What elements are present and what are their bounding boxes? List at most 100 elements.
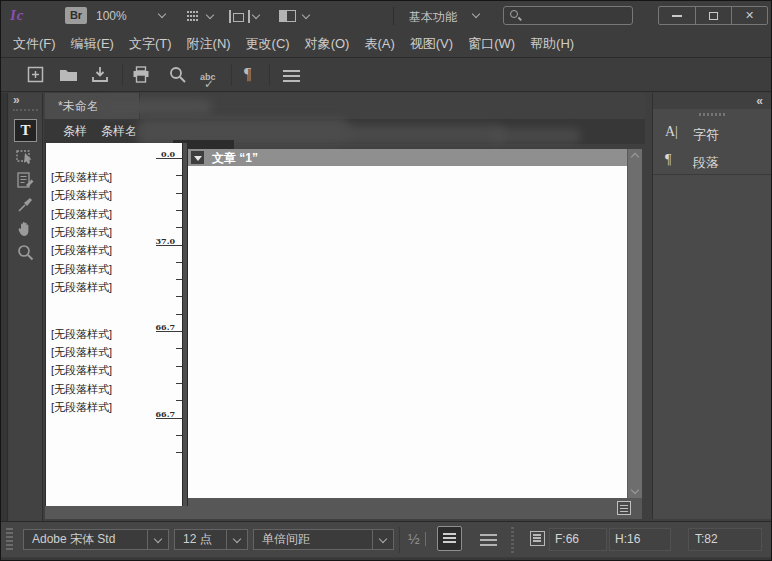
incopy-logo: Ic: [10, 7, 25, 24]
paragraph-style-row[interactable]: [无段落样式]: [51, 225, 112, 240]
font-size-chevron: [226, 530, 247, 549]
status-bar: Adobe 宋体 Std 12 点 单倍间距 ½ F:66 H:16 T:82: [1, 521, 771, 557]
ruler-mark-underline: [156, 418, 183, 419]
arrange-documents-chevron-icon[interactable]: [302, 11, 310, 19]
save-icon[interactable]: [91, 66, 109, 83]
window-controls: ✕: [658, 6, 768, 25]
paragraph-style-row[interactable]: [无段落样式]: [51, 363, 112, 378]
note-tool[interactable]: [14, 169, 37, 192]
menu-item-4[interactable]: 附注(N): [187, 35, 231, 53]
paragraph-panel-icon: ¶: [665, 152, 671, 168]
bridge-button[interactable]: Br: [65, 7, 87, 24]
close-button[interactable]: ✕: [731, 7, 767, 24]
paragraph-style-row[interactable]: [无段落样式]: [51, 280, 112, 295]
paragraph-style-row[interactable]: [无段落样式]: [51, 382, 112, 397]
workspace: » T *未命名 条样 条样名: [1, 93, 771, 521]
tools-panel: » T: [9, 93, 43, 521]
hand-tool[interactable]: [14, 217, 37, 240]
menu-bar: 文件(F) 编辑(E) 文字(T) 附注(N) 更改(C) 对象(O) 表(A) 视图(V) 窗…: [1, 31, 771, 58]
print-icon[interactable]: [132, 66, 150, 83]
expand-tools-icon[interactable]: »: [13, 93, 20, 107]
paragraph-panel-tab[interactable]: ¶ 段落: [653, 148, 771, 176]
galley-view-toggle-icon[interactable]: [437, 526, 462, 551]
paragraph-style-row[interactable]: [无段落样式]: [51, 170, 112, 185]
collapse-panel-icon[interactable]: «: [756, 94, 763, 108]
menu-item-9[interactable]: 窗口(W): [468, 35, 515, 53]
left-dock-edge: [1, 93, 8, 521]
story-title: 文章 “1”: [212, 150, 258, 167]
view-options-icon[interactable]: [187, 11, 189, 13]
menu-item-2[interactable]: 编辑(E): [71, 35, 114, 53]
h-count-value: H:16: [615, 532, 640, 546]
panel-grip-icon[interactable]: [699, 113, 725, 116]
galley-column-style-name[interactable]: 条样名: [101, 119, 137, 144]
type-tool[interactable]: T: [14, 119, 37, 142]
ruler-mark-underline: [156, 331, 183, 332]
maximize-button[interactable]: [695, 7, 731, 24]
menu-item-3[interactable]: 文字(T): [129, 35, 172, 53]
paragraph-style-row[interactable]: [无段落样式]: [51, 345, 112, 360]
paragraph-style-row[interactable]: [无段落样式]: [51, 243, 112, 258]
paragraph-style-row[interactable]: [无段落样式]: [51, 188, 112, 203]
document-toolbar: abc✓ ¶: [1, 59, 771, 92]
paragraph-style-row[interactable]: [无段落样式]: [51, 327, 112, 342]
menu-item-10[interactable]: 帮助(H): [530, 35, 574, 53]
toolbar-separator: [122, 64, 123, 86]
leading-chevron: [372, 530, 393, 549]
menu-item-7[interactable]: 表(A): [364, 35, 394, 53]
frame-view-chevron-icon[interactable]: [252, 11, 260, 19]
smudge-artifact: [341, 125, 506, 145]
show-hidden-characters-icon[interactable]: ¶: [244, 65, 251, 83]
toolbar-separator: [231, 64, 232, 86]
leading-value: 单倍间距: [254, 531, 372, 548]
frame-view-icon[interactable]: [229, 10, 246, 23]
position-tool[interactable]: [14, 145, 37, 168]
ruler-mark-underline: [156, 158, 183, 159]
paragraph-style-row[interactable]: [无段落样式]: [51, 262, 112, 277]
menu-item-6[interactable]: 对象(O): [305, 35, 350, 53]
leading-dropdown[interactable]: 单倍间距: [253, 529, 394, 550]
font-family-chevron: [147, 530, 168, 549]
workspace-switcher[interactable]: 基本功能: [409, 9, 457, 26]
view-options-chevron-icon[interactable]: [206, 11, 214, 19]
copyfit-info-icon[interactable]: [530, 531, 545, 546]
zoom-chevron-icon[interactable]: [158, 10, 166, 18]
scroll-up-icon[interactable]: [631, 153, 639, 161]
menu-item-5[interactable]: 更改(C): [246, 35, 290, 53]
paragraph-style-row[interactable]: [无段落样式]: [51, 207, 112, 222]
toolbar-menu-icon[interactable]: [283, 70, 300, 72]
menu-item-1[interactable]: 文件(F): [13, 35, 56, 53]
layout-view-icon[interactable]: [617, 501, 631, 515]
find-icon[interactable]: [169, 66, 187, 84]
galley-column-style[interactable]: 条样: [63, 119, 87, 144]
paragraph-panel-label: 段落: [693, 154, 719, 172]
minimize-button[interactable]: [659, 7, 695, 24]
tools-divider: [13, 109, 38, 111]
new-document-icon[interactable]: [27, 66, 44, 83]
font-size-dropdown[interactable]: 12 点: [174, 529, 248, 550]
character-panel-tab[interactable]: A| 字符: [653, 120, 771, 148]
search-box[interactable]: [503, 6, 633, 25]
menu-item-8[interactable]: 视图(V): [410, 35, 453, 53]
story-text-area[interactable]: [188, 166, 627, 498]
close-icon: ✕: [745, 10, 754, 21]
arrange-documents-icon[interactable]: [279, 10, 296, 22]
font-family-dropdown[interactable]: Adobe 宋体 Std: [23, 529, 169, 550]
spell-check-icon[interactable]: abc✓: [200, 72, 216, 82]
document-bottom-bar-left: [45, 506, 188, 519]
scroll-down-icon[interactable]: [631, 486, 639, 494]
open-folder-icon[interactable]: [59, 68, 78, 82]
collapse-story-icon[interactable]: [191, 151, 204, 164]
fraction-toggle-icon[interactable]: ½: [408, 531, 420, 547]
zoom-level-value[interactable]: 100%: [96, 9, 127, 23]
zoom-tool[interactable]: [14, 241, 37, 264]
story-header: 文章 “1”: [188, 149, 627, 166]
character-panel-label: 字符: [693, 126, 719, 144]
eyedropper-tool[interactable]: [14, 193, 37, 216]
workspace-chevron-icon[interactable]: [472, 10, 480, 18]
statusbar-menu-icon[interactable]: [480, 534, 497, 536]
vertical-scrollbar[interactable]: [627, 149, 642, 498]
t-count-value: T:82: [695, 532, 718, 546]
statusbar-grip-icon[interactable]: [6, 528, 13, 552]
paragraph-style-row[interactable]: [无段落样式]: [51, 400, 112, 415]
